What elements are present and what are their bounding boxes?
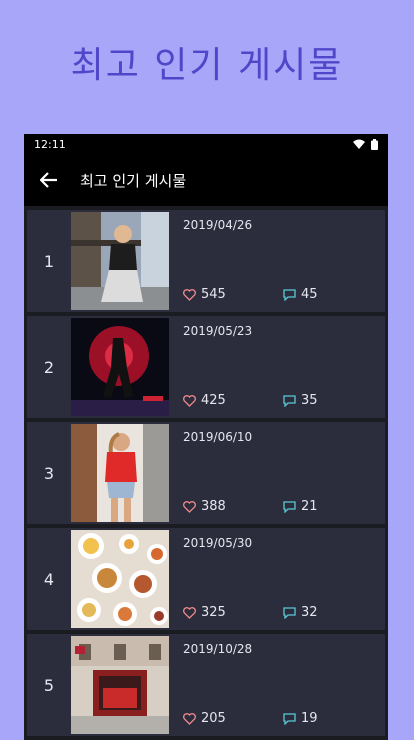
likes-count: 388 [183,499,226,514]
status-time: 12:11 [34,137,66,151]
heart-icon [183,712,196,725]
comment-icon [283,606,296,619]
likes-count: 545 [183,287,226,302]
brunch-table-photo[interactable] [71,530,169,628]
post-info: 2019/04/26 545 45 [169,210,385,312]
post-date: 2019/06/10 [183,430,253,444]
app-bar: 최고 인기 게시물 [24,154,388,206]
comment-icon [283,712,296,725]
likes-count: 325 [183,605,226,620]
post-date: 2019/10/28 [183,642,253,656]
comments-count: 21 [283,499,318,514]
woman-red-shirt-photo[interactable] [71,424,169,522]
post-info: 2019/06/10 388 21 [169,422,385,524]
comments-count: 32 [283,605,318,620]
likes-value: 388 [201,499,226,514]
status-icons [353,138,378,150]
comment-icon [283,394,296,407]
comment-icon [283,500,296,513]
comments-value: 19 [301,711,318,726]
battery-icon [371,138,378,150]
post-date: 2019/04/26 [183,218,253,232]
promo-title: 최고 인기 게시물 [70,45,344,86]
post-rank: 1 [43,251,55,271]
post-info: 2019/10/28 205 19 [169,634,385,736]
post-rank: 3 [43,463,55,483]
comments-value: 21 [301,499,318,514]
likes-count: 425 [183,393,226,408]
post-info: 2019/05/23 425 35 [169,316,385,418]
comments-count: 45 [283,287,318,302]
post-row-1[interactable]: 1 2019/04/26 545 45 [27,210,385,312]
phone-screen: 12:11 최고 인기 게시물 1 2019/04/26 545 45 2 20… [24,134,388,740]
heart-icon [183,500,196,513]
post-row-4[interactable]: 4 2019/05/30 325 32 [27,528,385,630]
post-info: 2019/05/30 325 32 [169,528,385,630]
post-row-3[interactable]: 3 2019/06/10 388 21 [27,422,385,524]
app-bar-title: 최고 인기 게시물 [80,171,187,190]
post-date: 2019/05/23 [183,324,253,338]
comments-count: 35 [283,393,318,408]
wifi-icon [353,139,365,149]
likes-value: 425 [201,393,226,408]
likes-value: 205 [201,711,226,726]
comment-icon [283,288,296,301]
woman-sportswear-photo[interactable] [71,212,169,310]
comments-value: 45 [301,287,318,302]
arrow-left-icon [40,172,57,188]
post-rank: 2 [43,357,55,377]
comments-count: 19 [283,711,318,726]
status-bar: 12:11 [24,134,388,154]
post-rank: 4 [43,569,55,589]
back-button[interactable] [38,169,60,191]
post-row-2[interactable]: 2 2019/05/23 425 35 [27,316,385,418]
heart-icon [183,606,196,619]
likes-count: 205 [183,711,226,726]
dancer-red-light-photo[interactable] [71,318,169,416]
heart-icon [183,394,196,407]
likes-value: 325 [201,605,226,620]
post-date: 2019/05/30 [183,536,253,550]
comments-value: 32 [301,605,318,620]
heart-icon [183,288,196,301]
fire-station-photo[interactable] [71,636,169,734]
comments-value: 35 [301,393,318,408]
post-rank: 5 [43,675,55,695]
likes-value: 545 [201,287,226,302]
post-row-5[interactable]: 5 2019/10/28 205 19 [27,634,385,736]
popular-posts-list: 1 2019/04/26 545 45 2 2019/05/23 425 35 … [24,206,388,736]
